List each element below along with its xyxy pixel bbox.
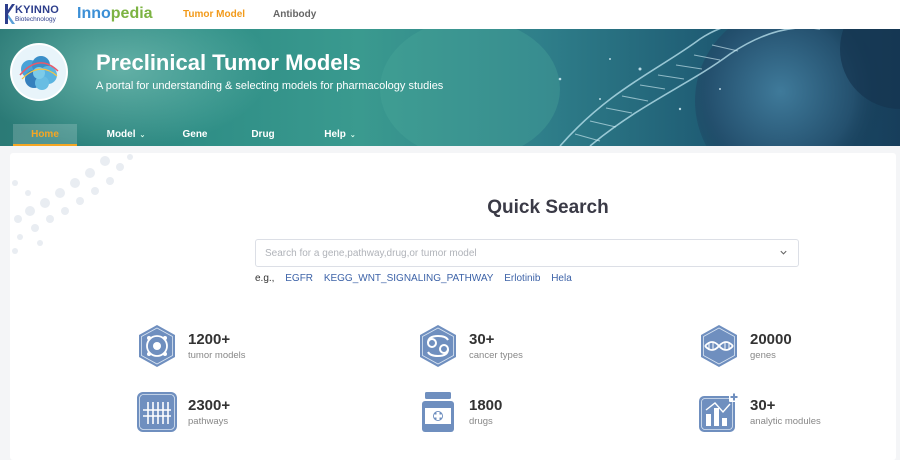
- kyinno-logo-icon: [5, 4, 15, 24]
- stat-genes[interactable]: 20000 genes: [697, 324, 896, 370]
- cancer-sign-icon: [420, 325, 456, 367]
- stat-label: drugs: [469, 416, 493, 427]
- stat-pathways[interactable]: 2300+ pathways: [135, 390, 335, 436]
- brand-part2: pedia: [110, 5, 153, 22]
- nav-home-label: Home: [31, 129, 59, 140]
- search-box[interactable]: [255, 239, 799, 267]
- stat-cancer-types[interactable]: 30+ cancer types: [416, 324, 616, 370]
- cell-cluster-icon: [12, 45, 66, 99]
- examples-label: e.g.,: [255, 273, 275, 284]
- brand-logo[interactable]: Innopedia: [77, 5, 153, 23]
- nav-gene-label: Gene: [182, 129, 208, 140]
- company-logo[interactable]: KYINNO Biotechnology: [15, 5, 59, 24]
- main-nav: Home Model ⌄ Gene Drug Help ⌄: [0, 124, 900, 146]
- pathway-icon: [137, 392, 177, 432]
- search-input[interactable]: [265, 240, 765, 266]
- stat-value: 30+: [750, 397, 776, 414]
- nav-home[interactable]: Home: [13, 124, 77, 146]
- chevron-down-icon[interactable]: [779, 248, 788, 257]
- example-link-kegg-wnt[interactable]: KEGG_WNT_SIGNALING_PATHWAY: [324, 273, 494, 284]
- quick-search-title: Quick Search: [487, 197, 609, 218]
- tumor-cell-logo: [10, 43, 68, 101]
- top-link-tumor-model[interactable]: Tumor Model: [183, 9, 245, 21]
- example-link-erlotinib[interactable]: Erlotinib: [504, 273, 540, 284]
- nav-model-label: Model: [106, 129, 136, 140]
- stat-label: genes: [750, 350, 776, 361]
- top-bar: KYINNO Biotechnology Innopedia Tumor Mod…: [0, 0, 900, 29]
- stat-value: 1200+: [188, 331, 231, 348]
- main-panel: Quick Search e.g., EGFR KEGG_WNT_SIGNALI…: [10, 153, 896, 460]
- tumor-cell-icon: [139, 325, 175, 367]
- nav-drug-label: Drug: [251, 129, 275, 140]
- example-link-egfr[interactable]: EGFR: [285, 273, 313, 284]
- chevron-down-icon: ⌄: [139, 132, 146, 139]
- nav-help[interactable]: Help ⌄: [314, 124, 366, 146]
- example-link-hela[interactable]: Hela: [551, 273, 572, 284]
- nav-drug[interactable]: Drug: [246, 124, 280, 146]
- chevron-down-icon: ⌄: [349, 132, 356, 139]
- stat-label: pathways: [188, 416, 229, 427]
- stat-tumor-models[interactable]: 1200+ tumor models: [135, 324, 335, 370]
- banner-subtitle: A portal for understanding & selecting m…: [96, 80, 444, 92]
- banner-title: Preclinical Tumor Models: [96, 50, 361, 75]
- hero-banner: Preclinical Tumor Models A portal for un…: [0, 29, 900, 146]
- nav-model[interactable]: Model ⌄: [98, 124, 154, 146]
- stat-drugs[interactable]: 1800 drugs: [416, 390, 616, 436]
- stat-value: 2300+: [188, 397, 231, 414]
- search-examples: e.g., EGFR KEGG_WNT_SIGNALING_PATHWAY Er…: [255, 272, 580, 286]
- dna-icon: [701, 325, 737, 367]
- stat-label: tumor models: [188, 350, 246, 361]
- stat-value: 1800: [469, 397, 503, 414]
- stat-value: 20000: [750, 331, 792, 348]
- nav-gene[interactable]: Gene: [176, 124, 214, 146]
- stat-value: 30+: [469, 331, 495, 348]
- logo-line2: Biotechnology: [15, 16, 56, 23]
- analytics-chart-icon: [699, 392, 739, 432]
- logo-line1: KYINNO: [15, 4, 59, 16]
- stat-label: cancer types: [469, 350, 523, 361]
- stat-label: analytic modules: [750, 416, 821, 427]
- nav-help-label: Help: [324, 129, 346, 140]
- stat-analytic-modules[interactable]: 30+ analytic modules: [697, 390, 896, 436]
- brand-part1: Inno: [77, 5, 111, 22]
- drug-bottle-icon: [422, 392, 454, 432]
- top-link-antibody[interactable]: Antibody: [273, 9, 316, 21]
